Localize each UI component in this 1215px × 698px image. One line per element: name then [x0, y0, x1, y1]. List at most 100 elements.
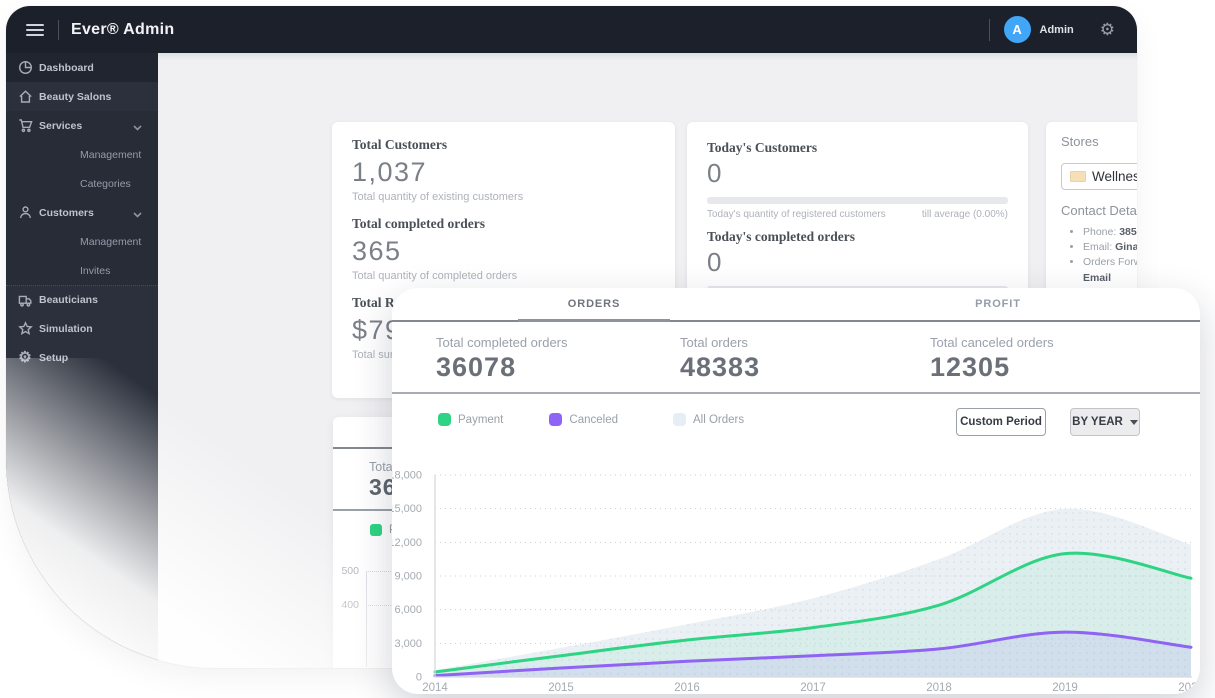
- orders-chart: 03,0006,0009,00012,00015,00018,000201420…: [392, 448, 1200, 694]
- app-header: Ever® Admin A Admin ⚙: [6, 6, 1137, 53]
- menu-icon[interactable]: [26, 24, 44, 36]
- contact-value: Gina5@gmail.com: [1115, 241, 1137, 253]
- sidebar-item-management[interactable]: Management: [6, 140, 158, 169]
- y-tick-label: 400: [333, 599, 359, 611]
- modal-stat: Total completed orders 36078: [436, 335, 568, 383]
- sidebar-item-setup[interactable]: ⚙ Setup: [6, 343, 158, 372]
- contact-label: Email:: [1083, 241, 1115, 253]
- stat-value: 1,037: [352, 157, 655, 188]
- stat-desc: Total quantity of existing customers: [352, 191, 655, 203]
- sidebar-item-label: Beauty Salons: [39, 91, 111, 103]
- stat-value: 0: [707, 158, 1008, 189]
- stat-title: Today's Customers: [707, 140, 1008, 156]
- legend-swatch: [549, 413, 562, 426]
- custom-period-button[interactable]: Custom Period: [956, 408, 1046, 436]
- sidebar-item-invites[interactable]: Invites: [6, 256, 158, 285]
- by-year-dropdown[interactable]: BY YEAR: [1070, 408, 1140, 436]
- sidebar-item-beauticians[interactable]: Beauticians: [6, 285, 158, 314]
- legend-swatch: [673, 413, 686, 426]
- legend-label: Canceled: [569, 414, 618, 426]
- star-icon: [17, 321, 33, 336]
- total-stat: Total completed orders365Total quantity …: [352, 216, 655, 295]
- legend-label: All Orders: [693, 414, 744, 426]
- y-axis-line: [366, 571, 367, 667]
- home-icon: [17, 89, 33, 104]
- sidebar-item-label: Categories: [80, 178, 131, 190]
- stat-value: 36078: [436, 352, 568, 383]
- cart-icon: [17, 118, 33, 133]
- store-logo-thumb: [1070, 171, 1086, 182]
- sidebar-item-label: Management: [80, 236, 141, 248]
- contact-label: Phone:: [1083, 226, 1119, 238]
- sidebar-item-simulation[interactable]: Simulation: [6, 314, 158, 343]
- contact-value: 385.862.7448 x0636: [1119, 226, 1137, 238]
- sidebar-item-beauty-salons[interactable]: Beauty Salons: [6, 82, 158, 111]
- orders-profit-modal: ORDERSPROFIT Total completed orders 36078…: [392, 288, 1200, 694]
- legend-item-payment[interactable]: Payment: [438, 413, 503, 426]
- stat-average: till average (0.00%): [922, 209, 1008, 220]
- svg-text:15,000: 15,000: [392, 503, 422, 515]
- header-divider: [58, 20, 59, 40]
- contact-list: Phone: 385.862.7448 x0636Email: Gina5@gm…: [1083, 225, 1137, 286]
- sidebar-item-dashboard[interactable]: Dashboard: [6, 53, 158, 82]
- truck-icon: [17, 293, 33, 308]
- chart-legend: Payment Canceled All Orders: [438, 413, 744, 426]
- chevron-down-icon: [133, 122, 142, 134]
- sidebar-item-label: Beauticians: [39, 294, 98, 306]
- stat-value: 12305: [930, 352, 1054, 383]
- stat-title: Total Customers: [352, 137, 655, 153]
- chart-controls: PaymentCanceledAll Orders Custom Period …: [392, 400, 1200, 446]
- legend-item-canceled[interactable]: Canceled: [549, 413, 618, 426]
- svg-text:2020: 2020: [1178, 682, 1200, 694]
- stores-title: Stores: [1061, 134, 1137, 149]
- stat-value: 48383: [680, 352, 760, 383]
- contact-item: Orders Forwarding With Phone Email: [1083, 255, 1137, 285]
- today-stat: Today's Customers 0 Today's quantity of re…: [707, 140, 1008, 229]
- sidebar-item-management[interactable]: Management: [6, 227, 158, 256]
- sidebar-item-services[interactable]: Services: [6, 111, 158, 140]
- legend-item-all-orders[interactable]: All Orders: [673, 413, 744, 426]
- sidebar-item-label: Invites: [80, 265, 110, 277]
- svg-text:2016: 2016: [674, 682, 700, 694]
- sidebar-item-categories[interactable]: Categories: [6, 169, 158, 198]
- stat-label: Total completed orders: [436, 335, 568, 350]
- contact-item: Email: Gina5@gmail.com: [1083, 240, 1137, 255]
- contact-label: Orders Forwarding With: [1083, 256, 1137, 268]
- gear-icon: ⚙: [17, 350, 33, 365]
- sidebar-item-customers[interactable]: Customers: [6, 198, 158, 227]
- progress-bar: [707, 197, 1008, 204]
- stat-label: Total canceled orders: [930, 335, 1054, 350]
- stat-desc: Today's quantity of registered customers: [707, 209, 886, 220]
- svg-text:2015: 2015: [548, 682, 574, 694]
- sidebar-item-label: Customers: [39, 207, 94, 219]
- legend-swatch: [370, 524, 382, 536]
- by-year-label: BY YEAR: [1072, 416, 1123, 428]
- total-stat: Total Customers 1,037 Total quantity of ex…: [352, 137, 655, 216]
- caret-down-icon: [1130, 420, 1138, 425]
- gear-icon[interactable]: ⚙: [1100, 21, 1115, 38]
- modal-stat: Total canceled orders 12305: [930, 335, 1054, 383]
- sidebar-item-label: Management: [80, 149, 141, 161]
- avatar[interactable]: A: [1004, 16, 1031, 43]
- tab-orders[interactable]: ORDERS: [392, 288, 796, 320]
- svg-text:0: 0: [416, 672, 422, 684]
- svg-text:3,000: 3,000: [394, 638, 422, 650]
- svg-text:6,000: 6,000: [394, 604, 422, 616]
- svg-text:9,000: 9,000: [394, 571, 422, 583]
- sidebar-item-label: Dashboard: [39, 62, 94, 74]
- svg-text:2014: 2014: [422, 682, 448, 694]
- svg-text:2019: 2019: [1052, 682, 1078, 694]
- tab-profit[interactable]: PROFIT: [796, 288, 1200, 320]
- sidebar-item-label: Setup: [39, 352, 68, 364]
- legend-label: Payment: [458, 414, 503, 426]
- legend-swatch: [438, 413, 451, 426]
- svg-text:2018: 2018: [926, 682, 952, 694]
- user-name[interactable]: Admin: [1040, 24, 1074, 36]
- store-select[interactable]: Wellness & SPA LLC ×: [1061, 163, 1137, 190]
- stat-title: Today's completed orders: [707, 229, 1008, 245]
- contact-details-title: Contact Details: [1061, 203, 1137, 218]
- modal-stat: Total orders48383: [680, 335, 760, 383]
- stat-value: 0: [707, 247, 1008, 278]
- svg-text:2017: 2017: [800, 682, 826, 694]
- contact-item: Phone: 385.862.7448 x0636: [1083, 225, 1137, 240]
